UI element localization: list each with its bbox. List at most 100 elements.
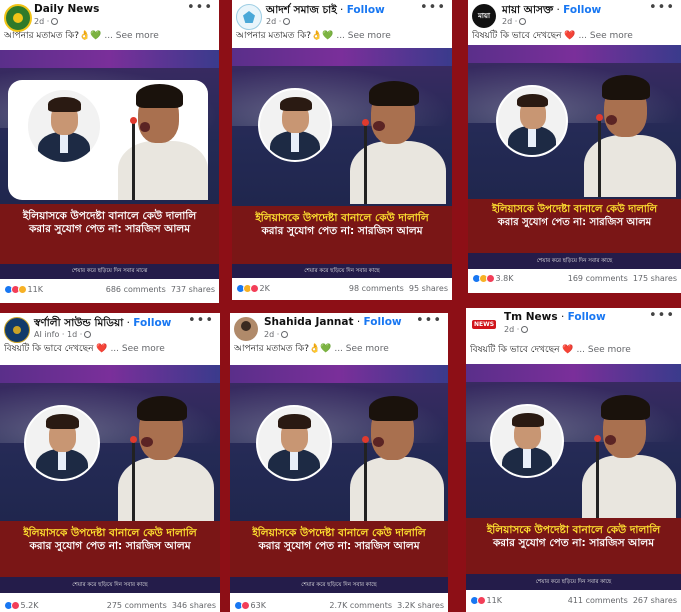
portrait-circle [26, 88, 102, 164]
portrait-circle [490, 404, 564, 478]
post-stats: 11K 686 comments 737 shares [4, 285, 215, 294]
post-time[interactable]: 2d · [266, 17, 291, 26]
see-more-link[interactable]: ... See more [336, 31, 390, 41]
see-more-link[interactable]: ... See more [110, 344, 164, 354]
more-options-icon[interactable]: ••• [416, 313, 442, 328]
post-card: মায়া মায়া আসক্ত · Follow 2d · ••• বিষয… [468, 0, 681, 293]
image-footer: শেয়ার করে ছড়িয়ে দিন সবার কাছে [468, 253, 681, 269]
post-caption: আপনার মতামত কি?👌💚 ... See more [236, 31, 391, 41]
care-reaction-icon [18, 285, 27, 294]
post-time[interactable]: 2d · [264, 330, 289, 339]
globe-icon [281, 331, 289, 338]
headline-bar: ইলিয়াসকে উপদেষ্টা বানালে কেউ দালালি করা… [0, 204, 219, 264]
post-time[interactable]: 2d · [34, 17, 59, 26]
follow-button[interactable]: Follow [133, 317, 171, 329]
headline-bar: ইলিয়াসকে উপদেষ্টা বানালে কেউ দালালি করা… [0, 521, 220, 577]
microphone [362, 436, 369, 521]
post-stats: 63K 2.7K comments 3.2K shares [234, 601, 444, 610]
post-time[interactable]: 2d · [504, 325, 529, 334]
page-name[interactable]: মায়া আসক্ত [502, 4, 553, 16]
reaction-count[interactable]: 5.2K [21, 601, 39, 610]
headline-bar: ইলিয়াসকে উপদেষ্টা বানালে কেউ দালালি করা… [230, 521, 448, 577]
post-image[interactable]: ইলিয়াসকে উপদেষ্টা বানালে কেউ দালালি করা… [230, 365, 448, 593]
follow-button[interactable]: Follow [364, 316, 402, 328]
microphone [362, 119, 369, 204]
post-image[interactable]: ইলিয়াসকে উপদেষ্টা বানালে কেউ দালালি করা… [0, 365, 220, 593]
microphone [130, 436, 137, 521]
tm-news-logo-icon[interactable]: NEWS [470, 312, 498, 336]
reaction-count[interactable]: 63K [251, 601, 266, 610]
post-header: NEWS Tm News · Follow 2d · ••• [470, 308, 677, 344]
post-caption: বিষয়টি কি ভাবে দেখছেন ❤️ ... See more [472, 31, 633, 41]
post-card: Shahida Jannat · Follow 2d · ••• আপনার ম… [230, 313, 448, 612]
globe-icon [519, 18, 527, 25]
headline-bar: ইলিয়াসকে উপদেষ্টা বানালে কেউ দালালি করা… [466, 518, 681, 574]
share-count[interactable]: 267 shares [633, 596, 677, 605]
see-more-link[interactable]: ... See more [576, 345, 630, 355]
page-name[interactable]: আদর্শ সমাজ চাই [266, 4, 337, 16]
love-reaction-icon [11, 601, 20, 610]
page-name[interactable]: Shahida Jannat [264, 316, 354, 328]
see-more-link[interactable]: ... See more [104, 31, 158, 41]
post-caption: বিষয়টি কি ভাবে দেখছেন ❤️ ... See more [470, 345, 631, 355]
more-options-icon[interactable]: ••• [649, 0, 675, 15]
pentagon-logo-icon[interactable] [236, 4, 262, 30]
headline-bar: ইলিয়াসকে উপদেষ্টা বানালে কেউ দালালি করা… [468, 199, 681, 253]
comment-count[interactable]: 98 comments [349, 284, 404, 293]
post-image[interactable]: ইলিয়াসকে উপদেষ্টা বানালে কেউ দালালি করা… [466, 364, 681, 590]
comment-count[interactable]: 275 comments [107, 601, 167, 610]
more-options-icon[interactable]: ••• [188, 313, 214, 328]
share-count[interactable]: 346 shares [172, 601, 216, 610]
comment-count[interactable]: 411 comments [568, 596, 628, 605]
more-options-icon[interactable]: ••• [187, 0, 213, 15]
comment-count[interactable]: 169 comments [568, 274, 628, 283]
profile-photo-icon[interactable] [234, 317, 258, 341]
page-name[interactable]: স্বর্ণালী সাউন্ড মিডিয়া [34, 317, 123, 329]
globe-icon [283, 18, 291, 25]
post-image[interactable]: ইলিয়াসকে উপদেষ্টা বানালে কেউ দালালি করা… [468, 45, 681, 269]
share-count[interactable]: 3.2K shares [397, 601, 444, 610]
microphone [130, 117, 137, 200]
share-count[interactable]: 175 shares [633, 274, 677, 283]
reaction-count[interactable]: 11K [28, 285, 43, 294]
follow-button[interactable]: Follow [568, 311, 606, 323]
see-more-link[interactable]: ... See more [334, 344, 388, 354]
love-reaction-icon [241, 601, 250, 610]
image-footer: শেয়ার করে ছড়িয়ে দিন সবার কাছে [230, 577, 448, 593]
more-options-icon[interactable]: ••• [420, 0, 446, 15]
comment-count[interactable]: 2.7K comments [329, 601, 392, 610]
share-count[interactable]: 737 shares [171, 285, 215, 294]
image-footer: শেয়ার করে ছড়িয়ে দিন সবার কাছে [0, 577, 220, 593]
image-footer: শেয়ার করে ছড়িয়ে দিন সবার কাছে [466, 574, 681, 590]
follow-button[interactable]: Follow [563, 4, 601, 16]
more-options-icon[interactable]: ••• [649, 308, 675, 323]
page-name[interactable]: Daily News [34, 3, 99, 15]
microphone [594, 435, 601, 518]
see-more-link[interactable]: ... See more [578, 31, 632, 41]
post-card: আদর্শ সমাজ চাই · Follow 2d · ••• আপনার ম… [232, 0, 452, 300]
globe-icon [51, 18, 59, 25]
love-reaction-icon [477, 596, 486, 605]
post-image[interactable]: ইলিয়াসকে উপদেষ্টা বানালে কেউ দালালি করা… [232, 48, 452, 278]
share-count[interactable]: 95 shares [409, 284, 448, 293]
post-caption: আপনার মতামত কি?👌💚 ... See more [234, 344, 389, 354]
reaction-count[interactable]: 2K [260, 284, 270, 293]
follow-button[interactable]: Follow [347, 4, 385, 16]
comment-count[interactable]: 686 comments [106, 285, 166, 294]
reaction-count[interactable]: 11K [487, 596, 502, 605]
reaction-count[interactable]: 3.8K [496, 274, 514, 283]
portrait-circle [24, 405, 100, 481]
post-time[interactable]: 2d · [502, 17, 527, 26]
sound-media-logo-icon[interactable] [4, 317, 30, 343]
portrait-circle [496, 85, 568, 157]
page-name[interactable]: Tm News [504, 311, 558, 323]
image-footer: শেয়ার করে ছড়িয়ে দিন সবার কাছে [232, 264, 452, 278]
post-image[interactable]: ইলিয়াসকে উপদেষ্টা বানালে কেউ দালালি করা… [0, 50, 219, 279]
post-time[interactable]: AI info · 1d · [34, 330, 92, 339]
post-caption: আপনার মতামত কি?👌💚 ... See more [4, 31, 159, 41]
maya-logo-icon[interactable]: মায়া [472, 4, 496, 28]
post-stats: 5.2K 275 comments 346 shares [4, 601, 216, 610]
headline-bar: ইলিয়াসকে উপদেষ্টা বানালে কেউ দালালি করা… [232, 206, 452, 264]
post-card: NEWS Tm News · Follow 2d · ••• বিষয়টি ক… [466, 308, 681, 612]
microphone [596, 114, 603, 197]
